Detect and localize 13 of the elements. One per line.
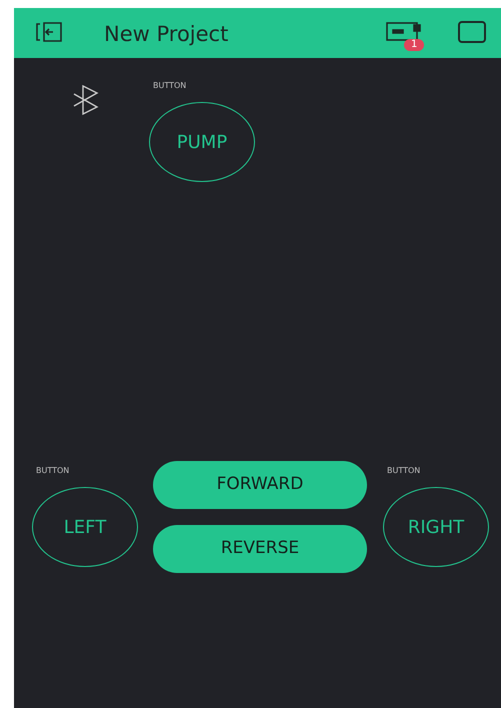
round-button[interactable]: PUMP xyxy=(149,102,255,182)
project-title: New Project xyxy=(104,21,228,48)
widget-caption: BUTTON xyxy=(36,465,70,477)
widget-caption: BUTTON xyxy=(153,80,186,92)
exit-icon[interactable] xyxy=(35,21,65,43)
pill-button[interactable]: FORWARD xyxy=(153,461,367,509)
round-button[interactable]: LEFT xyxy=(32,487,138,567)
widget-caption: BUTTON xyxy=(387,465,420,477)
round-button[interactable]: RIGHT xyxy=(383,487,489,567)
bluetooth-icon xyxy=(72,85,100,115)
notification-badge: 1 xyxy=(404,39,424,51)
pill-button[interactable]: REVERSE xyxy=(153,525,367,573)
square-button[interactable] xyxy=(458,21,486,43)
